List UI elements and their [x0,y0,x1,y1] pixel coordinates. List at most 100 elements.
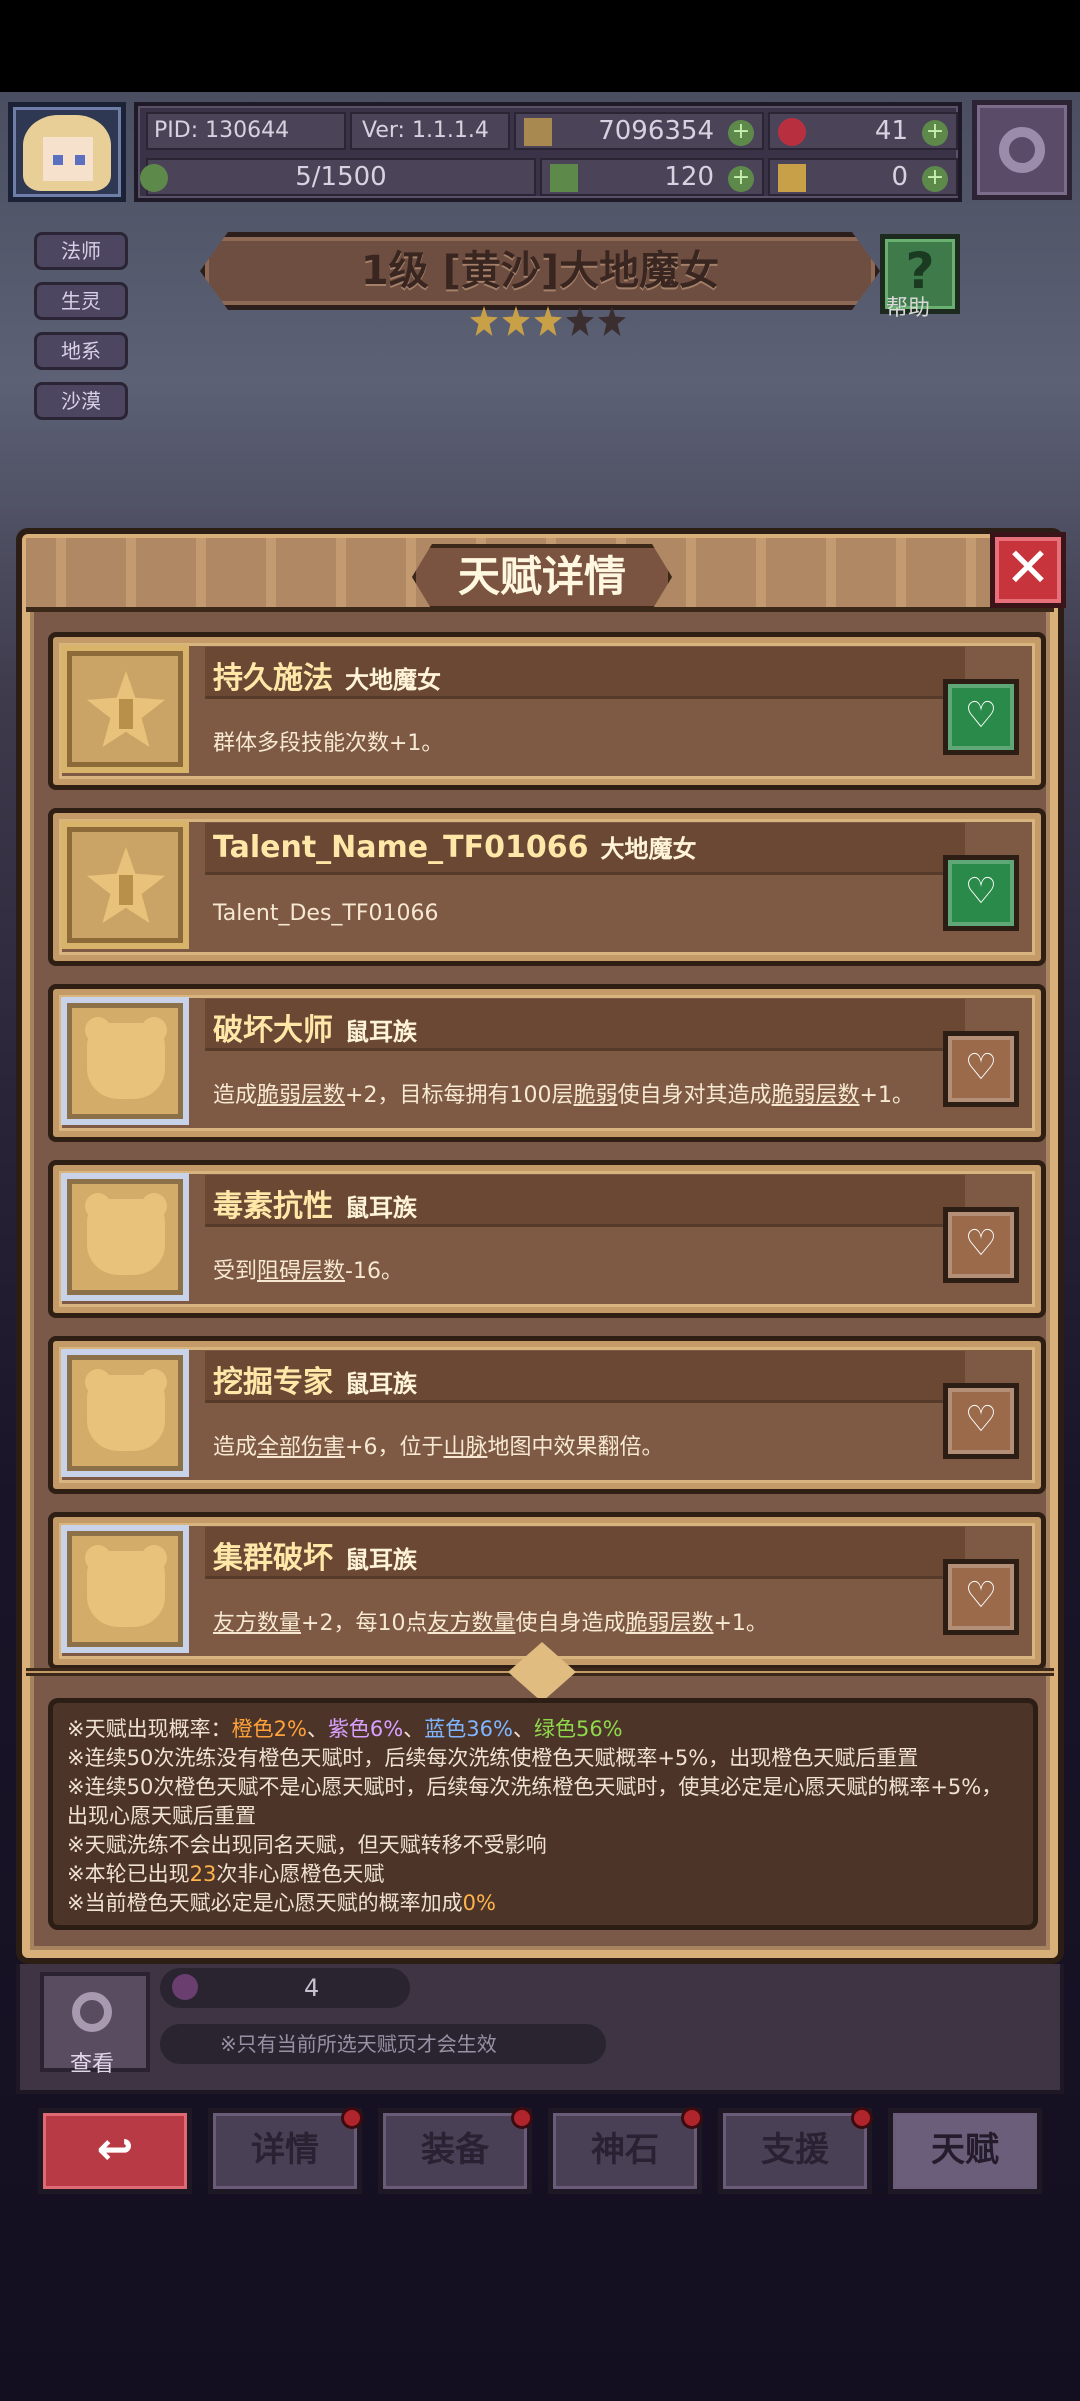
desc-text: 造成 [213,1435,258,1460]
heart-icon: ♡ [964,1575,998,1616]
talent-card[interactable]: 破坏大师 鼠耳族 造成脆弱层数+2，目标每拥有100层脆弱使自身对其造成脆弱层数+… [48,984,1046,1142]
talent-icon-frame [61,997,189,1125]
tab-label: 详情 [251,2130,319,2170]
talent-probability-info: ※天赋出现概率：橙色2%、紫色6%、蓝色36%、绿色56% ※连续50次洗练没有… [48,1698,1038,1930]
info-line-round-count: ※本轮已出现23次非心愿橙色天赋 [67,1860,1019,1889]
heart-icon: ♡ [964,871,998,912]
info-line-wish-bonus: ※当前橙色天赋必定是心愿天赋的概率加成0% [67,1889,1019,1918]
add-coins-button[interactable]: + [728,120,754,146]
talent-description: 造成全部伤害+6，位于山脉地图中效果翻倍。 [213,1429,664,1461]
wish-toggle-button[interactable]: ♡ [943,1207,1019,1283]
player-avatar[interactable] [8,102,126,202]
heart-icon: ♡ [964,1399,998,1440]
wish-toggle-button[interactable]: ♡ [943,1031,1019,1107]
coin-value: 7096354 [598,116,714,146]
tag-creature[interactable]: 生灵 [34,282,128,320]
keyword-link[interactable]: 山脉 [443,1435,487,1460]
talent-name: 破坏大师 鼠耳族 [213,1005,417,1049]
notification-dot [341,2107,363,2129]
tag-earth[interactable]: 地系 [34,332,128,370]
settings-button[interactable] [972,100,1072,200]
keyword-link[interactable]: 脆弱 [573,1083,617,1108]
tab-godstone[interactable]: 神石 [548,2107,703,2194]
desc-text: 使自身造成 [515,1611,626,1636]
gem-value: 41 [874,116,908,146]
leaf-icon [140,164,168,192]
tab-support[interactable]: 支援 [718,2107,873,2194]
back-button[interactable]: ↩ [38,2108,192,2194]
progress-counter: 5/1500 [140,158,536,196]
wish-toggle-button[interactable]: ♡ [943,1559,1019,1635]
modal-title: 天赋详情 [412,544,672,610]
talent-card[interactable]: 毒素抗性 鼠耳族 受到阻碍层数-16。 ♡ [48,1160,1046,1318]
talent-name: Talent_Name_TF01066 大地魔女 [213,829,696,865]
tab-talent[interactable]: 天赋 [888,2108,1042,2194]
wish-toggle-button[interactable]: ♡ [943,679,1019,755]
top-hud: PID: 130644 Ver: 1.1.1.4 7096354 + 41 + … [0,92,1080,212]
potion-icon [172,1974,198,2000]
gem-counter: 41 + [768,112,958,150]
talent-description: Talent_Des_TF01066 [213,901,439,926]
tag-mage[interactable]: 法师 [34,232,128,270]
clover-counter: 120 + [540,158,764,196]
tab-details[interactable]: 详情 [208,2107,363,2194]
keyword-link[interactable]: 脆弱层数 [772,1083,860,1108]
info-line-no-duplicate: ※天赋洗练不会出现同名天赋，但天赋转移不受影响 [67,1833,547,1857]
keyword-link[interactable]: 友方数量 [213,1611,301,1636]
talent-card[interactable]: 挖掘专家 鼠耳族 造成全部伤害+6，位于山脉地图中效果翻倍。 ♡ [48,1336,1046,1494]
info-text: 、 [403,1717,425,1741]
keyword-link[interactable]: 阻碍层数 [257,1259,345,1284]
tab-label: 神石 [591,2130,659,2170]
keyword-link[interactable]: 脆弱层数 [257,1083,345,1108]
add-gems-button[interactable]: + [922,120,948,146]
talent-icon-frame [61,1349,189,1477]
hero-title-banner: 1级 [黄沙]大地魔女 [200,232,880,310]
hero-title: 1级 [黄沙]大地魔女 [360,248,720,294]
clover-value: 120 [664,162,714,192]
add-keys-button[interactable]: + [922,166,948,192]
desc-text: 使自身对其造成 [617,1083,772,1108]
wish-toggle-button[interactable]: ♡ [943,855,1019,931]
blue-rate: 蓝色36% [424,1717,513,1741]
talent-card[interactable]: Talent_Name_TF01066 大地魔女 Talent_Des_TF010… [48,808,1046,966]
info-text: 、 [306,1717,328,1741]
info-line-pity-orange: ※连续50次洗练没有橙色天赋时，后续每次洗练使橙色天赋概率+5%，出现橙色天赋后… [67,1746,919,1770]
talent-description: 受到阻碍层数-16。 [213,1253,403,1285]
resource-panel: PID: 130644 Ver: 1.1.1.4 7096354 + 41 + … [134,102,962,202]
active-page-note: ※只有当前所选天赋页才会生效 [160,2024,606,2064]
coin-icon [524,118,552,146]
talent-name-text: 挖掘专家 [213,1365,333,1400]
desc-text: 造成 [213,1083,258,1108]
notification-dot [511,2107,533,2129]
add-clovers-button[interactable]: + [728,166,754,192]
exclamation-mark [119,699,133,729]
key-icon [778,164,806,192]
talent-card[interactable]: 持久施法 大地魔女 群体多段技能次数+1。 ♡ [48,632,1046,790]
info-text: 次非心愿橙色天赋 [216,1862,385,1886]
key-value: 0 [891,162,908,192]
talent-race: 鼠耳族 [345,1546,417,1574]
notification-dot [681,2107,703,2129]
hero-star-rating [470,306,626,336]
tab-equipment[interactable]: 装备 [378,2107,533,2194]
tag-desert[interactable]: 沙漠 [34,382,128,420]
orange-rate: 橙色2% [231,1717,307,1741]
star-icon [598,306,626,336]
keyword-link[interactable]: 脆弱层数 [625,1611,713,1636]
close-button[interactable]: ✕ [990,532,1066,608]
bear-icon [87,1551,165,1627]
talent-description: 造成脆弱层数+2，目标每拥有100层脆弱使自身对其造成脆弱层数+1。 [213,1077,914,1109]
wish-toggle-button[interactable]: ♡ [943,1383,1019,1459]
info-text: ※天赋出现概率： [67,1717,232,1741]
keyword-link[interactable]: 友方数量 [427,1611,515,1636]
talent-card[interactable]: 集群破坏 鼠耳族 友方数量+2，每10点友方数量使自身造成脆弱层数+1。 ♡ [48,1512,1046,1670]
talent-name: 集群破坏 鼠耳族 [213,1533,417,1577]
heart-icon: ♡ [964,1047,998,1088]
talent-description: 友方数量+2，每10点友方数量使自身造成脆弱层数+1。 [213,1605,768,1637]
talent-icon-frame [61,1525,189,1653]
talent-name-row: 毒素抗性 鼠耳族 [205,1175,965,1227]
keyword-link[interactable]: 全部伤害 [257,1435,345,1460]
talent-name-text: 毒素抗性 [213,1189,333,1224]
purple-rate: 紫色6% [327,1717,404,1741]
avatar-eye [75,155,85,165]
